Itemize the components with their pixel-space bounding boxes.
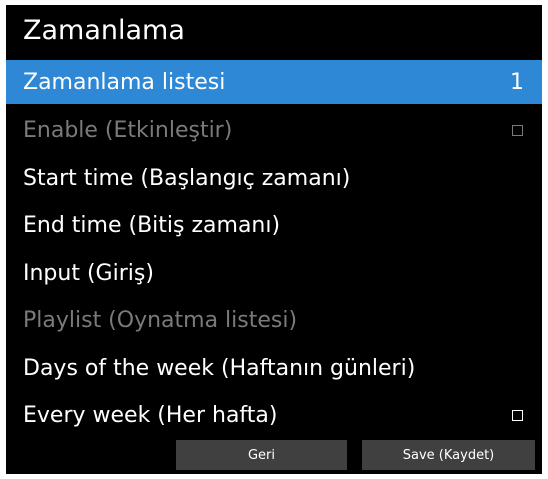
menu-item-schedule-list[interactable]: Zamanlama listesi 1 [6,60,542,104]
schedule-list-value: 1 [510,69,524,95]
button-bar: Geri Save (Kaydet) [6,439,542,474]
menu-item-label: Every week (Her hafta) [23,403,278,429]
menu-item-start-time[interactable]: Start time (Başlangıç zamanı) [6,155,542,203]
menu-item-label: Zamanlama listesi [23,69,226,95]
menu-item-label: Enable (Etkinleştir) [23,118,233,144]
menu-item-label: Days of the week (Haftanın günleri) [23,355,416,381]
menu-item-end-time[interactable]: End time (Bitiş zamanı) [6,202,542,250]
back-button[interactable]: Geri [176,440,347,470]
menu-item-label: Playlist (Oynatma listesi) [23,308,298,334]
every-week-checkbox[interactable] [512,410,523,422]
schedule-menu: Zamanlama listesi 1 Enable (Etkinleştir)… [6,60,542,440]
menu-item-label: Start time (Başlangıç zamanı) [23,165,351,191]
menu-item-label: End time (Bitiş zamanı) [23,213,281,239]
save-button[interactable]: Save (Kaydet) [362,440,535,470]
menu-item-days-of-week[interactable]: Days of the week (Haftanın günleri) [6,345,542,393]
schedule-panel: Zamanlama Zamanlama listesi 1 Enable (Et… [6,5,542,474]
menu-item-label: Input (Giriş) [23,260,154,286]
menu-item-every-week[interactable]: Every week (Her hafta) [6,392,542,440]
menu-item-enable: Enable (Etkinleştir) [6,107,542,155]
menu-item-playlist: Playlist (Oynatma listesi) [6,297,542,345]
page-title: Zamanlama [23,15,185,46]
menu-item-input[interactable]: Input (Giriş) [6,250,542,298]
enable-checkbox [512,125,523,137]
